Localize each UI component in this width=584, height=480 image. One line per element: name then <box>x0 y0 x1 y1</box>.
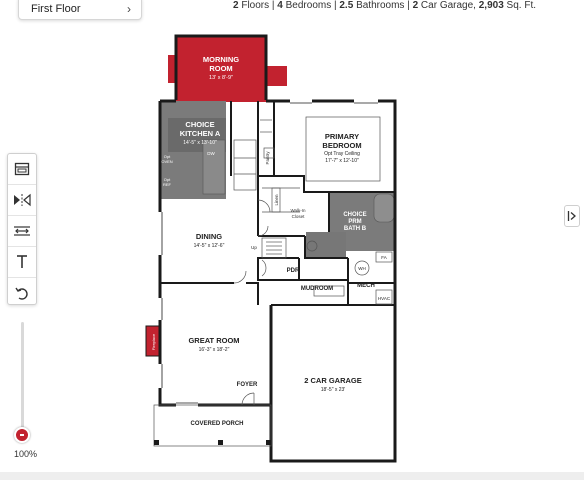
covered-porch-name: COVERED PORCH <box>190 421 243 427</box>
morning-room-dims: 13' x 8'-9" <box>209 75 233 81</box>
dining-name: DINING <box>196 232 222 241</box>
powder-room-name: PDR <box>287 268 300 274</box>
bottom-strip <box>0 472 584 480</box>
primary-bedroom-name: PRIMARY <box>325 132 359 141</box>
undo-icon <box>15 287 28 300</box>
measure-tool-button[interactable] <box>8 216 36 247</box>
kitchen-name-2: KITCHEN A <box>180 129 221 138</box>
opt-ref-label-2: REF <box>163 182 172 187</box>
hvac-label: HVAC <box>378 296 391 301</box>
bathtub <box>373 193 395 223</box>
pantry-label: Pantry <box>265 151 270 165</box>
kitchen-name: CHOICE <box>185 120 214 129</box>
porch-columns <box>154 440 271 445</box>
morning-room-bay <box>266 66 287 86</box>
floor-plan: MORNING ROOM 13' x 8'-9" CHOICE KITCHEN … <box>145 34 397 463</box>
zoom-slider-handle[interactable] <box>14 427 30 443</box>
collapse-panel-icon <box>567 211 576 221</box>
dining-dims: 14'-5" x 12'-6" <box>194 243 225 249</box>
morning-room-name-2: ROOM <box>209 64 232 73</box>
primary-bath-name: CHOICE <box>343 212 366 218</box>
primary-bedroom-dims: 17'-7" x 12'-10" <box>325 158 359 164</box>
layers-icon <box>14 162 30 176</box>
great-room-dims: 16'-3" x 18'-2" <box>199 347 230 353</box>
text-icon <box>17 255 27 268</box>
undo-tool-button[interactable] <box>8 278 36 308</box>
walk-in-closet-label: Walk-In <box>290 208 306 213</box>
plan-toolbar <box>7 153 37 305</box>
stair-up-label: Up <box>251 245 257 250</box>
linen-label: Linen <box>274 194 279 206</box>
panel-toggle-button[interactable] <box>564 205 580 227</box>
primary-bedroom-sub: Opt Tray Ceiling <box>324 151 360 157</box>
zoom-slider-track[interactable] <box>21 322 24 434</box>
text-tool-button[interactable] <box>8 247 36 278</box>
furnace-label: FA <box>381 255 387 260</box>
water-heater-label: WH <box>358 266 366 271</box>
mirror-icon <box>14 193 31 207</box>
layers-tool-button[interactable] <box>8 154 36 185</box>
bath-vanity-area <box>306 232 346 259</box>
mirror-tool-button[interactable] <box>8 185 36 216</box>
walk-in-closet-label-2: Closet <box>292 214 306 219</box>
primary-bedroom-name-2: BEDROOM <box>322 141 361 150</box>
kitchen-dims: 14'-5" x 13'-10" <box>183 140 217 146</box>
garage-name: 2 CAR GARAGE <box>304 376 362 385</box>
primary-bath-name-2: PRM <box>348 219 361 225</box>
primary-bath-name-3: BATH B <box>344 226 367 232</box>
zoom-level-label: 100% <box>14 449 38 459</box>
morning-room-name: MORNING <box>203 55 239 64</box>
opt-oven-label-2: OVEN <box>161 159 172 164</box>
garage-dims: 18'-5" x 23' <box>321 387 346 393</box>
mech-name: MECH <box>357 283 375 289</box>
measure-icon <box>14 226 30 236</box>
great-room-name: GREAT ROOM <box>188 336 239 345</box>
dishwasher-label: DW <box>207 151 215 156</box>
fireplace-label: Fireplace <box>151 333 156 350</box>
mudroom-name: MUDROOM <box>301 286 333 292</box>
foyer-name: FOYER <box>237 382 258 388</box>
kitchen-counter <box>202 139 226 195</box>
